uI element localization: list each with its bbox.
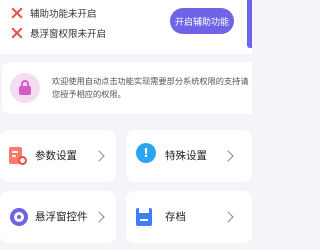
enable-accessibility-button[interactable]: 开启辅助功能 [170, 8, 234, 34]
floating-widget-label: 悬浮窗控件 [35, 211, 88, 223]
scrollbar-thumb[interactable] [247, 0, 252, 48]
chevron-right-icon [93, 150, 105, 162]
permission-info-text: 欢迎使用自动点击功能实现需要部分系统权限的支持请您授予相应的权限。 [52, 76, 249, 99]
lock-icon [10, 73, 40, 103]
chevron-right-icon [222, 150, 234, 162]
params-settings-tile[interactable]: 参数设置 [0, 130, 116, 182]
save-icon [136, 208, 152, 226]
archive-label: 存档 [165, 211, 186, 223]
archive-tile[interactable]: 存档 [126, 191, 252, 243]
permission-info-card: 欢迎使用自动点击功能实现需要部分系统权限的支持请您授予相应的权限。 [2, 62, 252, 114]
overlay-status-row: 悬浮窗权限未开启 [11, 26, 106, 40]
ring-icon [10, 208, 28, 226]
close-x-icon [11, 7, 24, 20]
chevron-right-icon [222, 211, 234, 223]
special-settings-label: 特殊设置 [165, 150, 207, 162]
exclamation-circle-icon: ! [136, 143, 156, 163]
floating-widget-tile[interactable]: 悬浮窗控件 [0, 191, 116, 243]
close-x-icon [11, 27, 24, 40]
chevron-right-icon [93, 211, 105, 223]
accessibility-status-row: 辅助功能未开启 [11, 6, 97, 20]
permission-status-card: 辅助功能未开启 悬浮窗权限未开启 开启辅助功能 [0, 0, 252, 54]
params-settings-label: 参数设置 [35, 150, 77, 162]
document-gear-icon [9, 147, 27, 165]
overlay-status-text: 悬浮窗权限未开启 [30, 29, 107, 40]
accessibility-status-text: 辅助功能未开启 [30, 9, 97, 20]
